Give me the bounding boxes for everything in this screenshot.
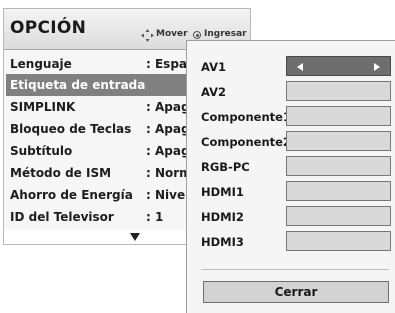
input-label-selector[interactable] xyxy=(286,56,391,76)
close-button[interactable]: Cerrar xyxy=(203,281,389,303)
arrow-left-icon[interactable] xyxy=(297,63,303,71)
menu-item-value: : Apag xyxy=(146,144,190,158)
menu-item-value: : Apag xyxy=(146,100,190,114)
scroll-down-icon[interactable] xyxy=(130,233,140,241)
menu-item-label: Subtítulo xyxy=(10,144,73,158)
input-label: Componente2 xyxy=(201,135,291,149)
input-row-av2[interactable]: AV2 xyxy=(187,80,395,104)
input-row-component2[interactable]: Componente2 xyxy=(187,130,395,154)
ok-button-icon xyxy=(193,31,201,39)
input-label-field[interactable] xyxy=(286,131,391,151)
menu-item-label: Etiqueta de entrada xyxy=(10,78,146,92)
input-label: RGB-PC xyxy=(201,160,250,174)
input-row-hdmi2[interactable]: HDMI2 xyxy=(187,205,395,229)
menu-item-label: Bloqueo de Teclas xyxy=(10,122,132,136)
arrow-right-icon[interactable] xyxy=(374,63,380,71)
enter-hint: Ingresar xyxy=(204,29,247,39)
input-label: HDMI3 xyxy=(201,235,244,249)
divider xyxy=(201,269,389,270)
input-label-field[interactable] xyxy=(286,231,391,251)
input-label-field[interactable] xyxy=(286,181,391,201)
input-row-hdmi3[interactable]: HDMI3 xyxy=(187,230,395,254)
input-row-rgb-pc[interactable]: RGB-PC xyxy=(187,155,395,179)
input-label: HDMI1 xyxy=(201,185,244,199)
menu-item-value: : 1 xyxy=(146,210,164,224)
input-label-field[interactable] xyxy=(286,106,391,126)
menu-item-label: SIMPLINK xyxy=(10,100,76,114)
menu-item-value: : Apag xyxy=(146,122,190,136)
menu-item-label: Ahorro de Energía xyxy=(10,188,133,202)
input-label: AV2 xyxy=(201,85,227,99)
input-label-field[interactable] xyxy=(286,81,391,101)
input-label-field[interactable] xyxy=(286,206,391,226)
menu-item-label: Método de ISM xyxy=(10,166,112,180)
navigate-arrows-icon xyxy=(141,29,154,42)
input-row-av1[interactable]: AV1 xyxy=(187,55,395,79)
menu-item-label: Lenguaje xyxy=(10,57,72,71)
menu-title: OPCIÓN xyxy=(10,18,87,38)
input-label: HDMI2 xyxy=(201,210,244,224)
menu-item-value: : Norm xyxy=(146,166,192,180)
input-label: Componente1 xyxy=(201,110,291,124)
menu-item-label: ID del Televisor xyxy=(10,210,114,224)
menu-item-value: : Nivel xyxy=(146,188,190,202)
input-row-hdmi1[interactable]: HDMI1 xyxy=(187,180,395,204)
input-row-component1[interactable]: Componente1 xyxy=(187,105,395,129)
input-label-submenu: AV1 AV2 Componente1 Componente2 RGB-PC H… xyxy=(186,40,395,313)
input-label-field[interactable] xyxy=(286,156,391,176)
menu-item-input-label[interactable]: Etiqueta de entrada xyxy=(6,74,190,96)
move-hint: Mover xyxy=(156,29,188,39)
input-label: AV1 xyxy=(201,60,227,74)
